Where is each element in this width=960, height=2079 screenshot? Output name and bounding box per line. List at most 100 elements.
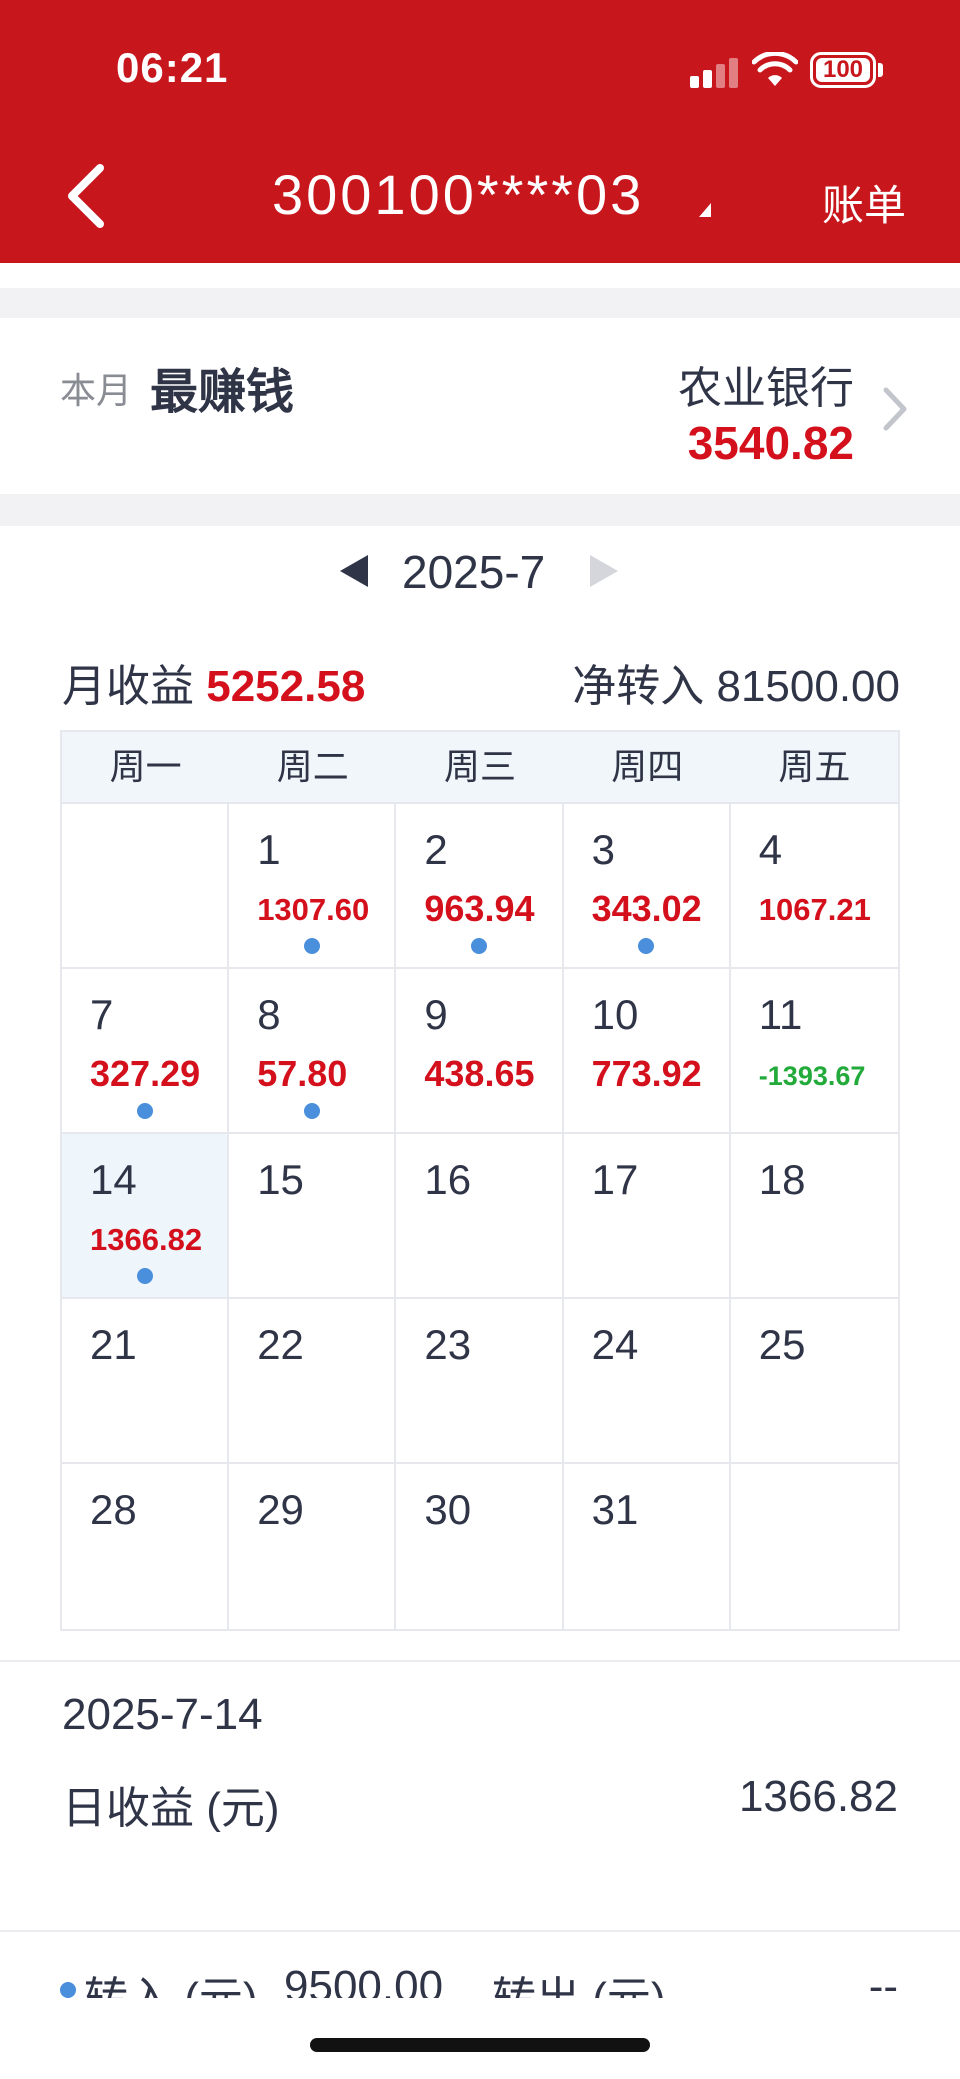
transaction-dot-icon: [470, 938, 487, 954]
divider: [0, 1930, 960, 1932]
day-number: 29: [257, 1486, 304, 1533]
battery-tip: [878, 63, 883, 77]
best-bank-row[interactable]: 本月 最赚钱 农业银行 3540.82: [0, 318, 960, 494]
day-earning: 327.29: [90, 1053, 201, 1094]
calendar-grid: 1 1307.60 2 963.94 3 343.02 4 1067.21 7 327.29 8 57…: [62, 804, 898, 1629]
day-number: 18: [758, 1156, 806, 1203]
calendar-day-cell[interactable]: 18: [730, 1134, 898, 1299]
current-month: 2025-7: [402, 546, 546, 598]
net-transfer: 净转入 81500.00: [572, 650, 900, 714]
calendar-day-cell[interactable]: 9 438.65: [396, 969, 564, 1134]
transaction-dot-icon: [638, 938, 655, 954]
day-number: 9: [424, 991, 448, 1038]
month-label: 本月: [60, 370, 133, 411]
next-month-button[interactable]: [590, 555, 618, 587]
divider: [0, 1660, 960, 1662]
divider-band: [0, 288, 960, 318]
calendar-empty-cell: [731, 1464, 898, 1629]
bank-name: 农业银行: [678, 364, 854, 413]
calendar-day-cell[interactable]: 15: [229, 1134, 397, 1299]
day-number: 4: [758, 826, 783, 873]
income-value: 5252.58: [206, 662, 366, 711]
chevron-right-icon: [883, 387, 907, 431]
calendar-day-cell[interactable]: 29: [229, 1464, 397, 1629]
spacer: [0, 263, 960, 288]
daily-income-label: 日收益 (元): [62, 1784, 280, 1833]
bill-button[interactable]: 账单: [822, 172, 906, 233]
daily-income-value: 1366.82: [738, 1772, 898, 1821]
calendar-day-cell[interactable]: 21: [62, 1299, 230, 1464]
calendar-day-cell[interactable]: 16: [396, 1134, 564, 1299]
weekday-label: 周三: [443, 746, 516, 787]
day-earning: 1366.82: [90, 1222, 203, 1257]
month-navigator: 2025-7: [0, 545, 960, 605]
weekday-label: 周一: [109, 746, 182, 787]
day-number: 31: [591, 1486, 639, 1533]
day-number: 30: [424, 1486, 472, 1533]
day-number: 11: [758, 991, 803, 1038]
calendar-day-cell[interactable]: 2 963.94: [396, 804, 564, 969]
day-number: 2: [424, 826, 448, 873]
day-number: 10: [591, 991, 639, 1038]
calendar-day-cell[interactable]: 22: [229, 1299, 397, 1464]
day-earning: 57.80: [257, 1053, 348, 1094]
calendar-day-cell[interactable]: 23: [396, 1299, 564, 1464]
calendar-day-cell[interactable]: 11 -1393.67: [730, 969, 898, 1134]
caret-down-icon[interactable]: [699, 203, 711, 217]
calendar-day-cell[interactable]: 10 773.92: [563, 969, 731, 1134]
battery-icon: 100: [810, 52, 876, 88]
calendar-day-cell[interactable]: 31: [564, 1464, 731, 1629]
transaction-dot-icon: [136, 1268, 153, 1284]
weekday-label: 周四: [611, 746, 684, 787]
calendar-day-cell[interactable]: 1 1307.60: [229, 804, 397, 969]
day-earning: 963.94: [424, 888, 535, 929]
calendar-day-cell[interactable]: 4 1067.21: [730, 804, 898, 969]
wifi-icon: [752, 52, 798, 86]
day-number: 22: [257, 1321, 304, 1368]
calendar-day-cell[interactable]: 24: [563, 1299, 731, 1464]
cellular-signal-icon: [690, 56, 738, 88]
bank-amount: 3540.82: [687, 417, 854, 469]
day-earning: 438.65: [424, 1053, 535, 1094]
transfer-detail-row: 转入 (元) 9500.00 转出 (元) --: [0, 1962, 960, 1998]
income-label: 月收益: [62, 662, 194, 711]
calendar-day-cell[interactable]: 14 1366.82: [62, 1134, 230, 1299]
day-number: 21: [90, 1321, 137, 1368]
calendar-day-cell[interactable]: 7 327.29: [62, 969, 230, 1134]
calendar-day-cell[interactable]: 3 343.02: [563, 804, 731, 969]
day-number: 17: [591, 1156, 639, 1203]
day-number: 8: [257, 991, 281, 1038]
transaction-dot-icon: [136, 1103, 153, 1119]
back-button[interactable]: [60, 160, 110, 230]
day-earning: -1393.67: [758, 1061, 866, 1091]
transfer-in-label: 转入 (元): [84, 1962, 258, 1998]
transaction-dot-icon: [303, 1103, 320, 1119]
day-number: 3: [591, 826, 615, 873]
day-earning: 343.02: [591, 888, 702, 929]
day-number: 15: [257, 1156, 304, 1203]
day-number: 16: [424, 1156, 472, 1203]
transfer-out-label: 转出 (元): [492, 1962, 666, 1998]
day-number: 1: [257, 826, 281, 873]
status-time: 06:21: [116, 44, 229, 91]
weekday-label: 周五: [778, 746, 851, 787]
day-number: 7: [90, 991, 114, 1038]
selected-date: 2025-7-14: [62, 1690, 263, 1739]
calendar-day-cell[interactable]: 17: [563, 1134, 731, 1299]
calendar-day-cell[interactable]: 8 57.80: [229, 969, 397, 1134]
weekday-label: 周二: [276, 746, 349, 787]
day-number: 14: [90, 1156, 137, 1203]
calendar-day-cell[interactable]: 25: [730, 1299, 898, 1464]
transfer-in-value: 9500.00: [284, 1962, 444, 1998]
transfer-dot-icon: [60, 1982, 76, 1998]
transfer-value: 81500.00: [716, 662, 900, 711]
day-earning: 1067.21: [758, 892, 871, 927]
day-number: 24: [591, 1321, 639, 1368]
transfer-out-value: --: [868, 1962, 898, 1998]
calendar-day-cell[interactable]: 28: [62, 1464, 230, 1629]
account-selector[interactable]: 300100****03: [272, 162, 644, 227]
calendar-day-cell[interactable]: 30: [396, 1464, 564, 1629]
prev-month-button[interactable]: [340, 555, 368, 587]
transfer-label: 净转入: [572, 662, 705, 711]
best-earner-label: 最赚钱: [150, 366, 295, 419]
